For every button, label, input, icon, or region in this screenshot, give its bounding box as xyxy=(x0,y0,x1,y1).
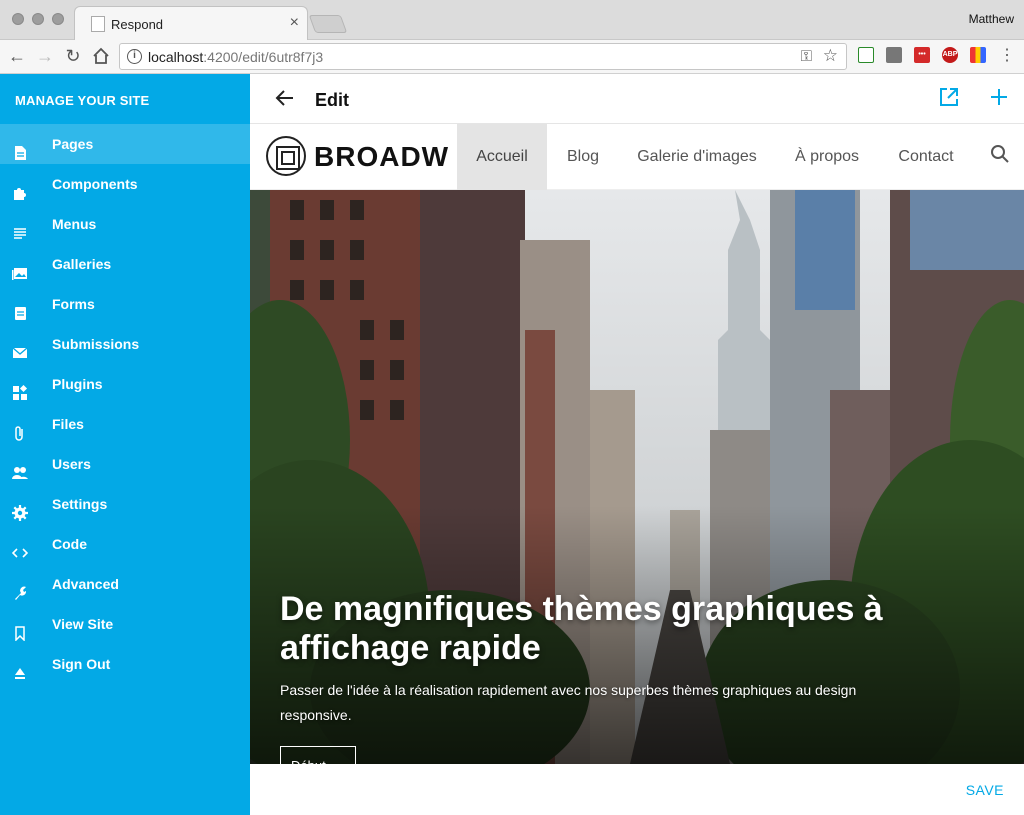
sidebar-item-menus[interactable]: Menus xyxy=(0,204,250,244)
sidebar-item-label: Galleries xyxy=(52,256,112,272)
sidebar-item-code[interactable]: Code xyxy=(0,524,250,564)
sidebar-item-label: Users xyxy=(52,456,91,472)
sidebar-item-label: Pages xyxy=(52,136,94,152)
site-navbar: BROADW Accueil Blog Galerie d'images À p… xyxy=(250,124,1024,190)
site-logo-text: BROADW xyxy=(314,141,450,172)
reload-icon[interactable]: ↻ xyxy=(62,45,84,67)
sidebar-item-label: Files xyxy=(52,416,84,432)
gear-icon xyxy=(12,496,28,521)
sidebar-item-label: Code xyxy=(52,536,87,552)
site-preview: BROADW Accueil Blog Galerie d'images À p… xyxy=(250,124,1024,764)
hero-section: De magnifiques thèmes graphiques à affic… xyxy=(250,190,1024,764)
site-menu-galerie[interactable]: Galerie d'images xyxy=(630,124,764,190)
new-tab-button[interactable] xyxy=(308,15,348,33)
bookmark-icon xyxy=(12,616,28,642)
site-menu-contact[interactable]: Contact xyxy=(890,124,962,190)
home-icon[interactable] xyxy=(90,45,112,67)
sidebar-item-label: Sign Out xyxy=(52,656,111,672)
puzzle-icon xyxy=(12,176,28,200)
sidebar-item-settings[interactable]: Settings xyxy=(0,484,250,524)
site-menu-blog[interactable]: Blog xyxy=(555,124,611,190)
add-icon[interactable] xyxy=(988,86,1010,113)
sidebar-item-components[interactable]: Components xyxy=(0,164,250,204)
site-logo[interactable]: BROADW xyxy=(314,124,457,190)
hero-cta-button[interactable]: Début xyxy=(280,746,356,764)
bookmark-star-icon[interactable]: ☆ xyxy=(823,46,838,66)
maximize-window-button[interactable] xyxy=(52,13,64,25)
browser-toolbar: ← → ↻ i localhost:4200/edit/6utr8f7j3 ⚿ … xyxy=(0,40,1024,74)
sidebar-item-advanced[interactable]: Advanced xyxy=(0,564,250,604)
site-menu-apropos[interactable]: À propos xyxy=(786,124,868,190)
sidebar-item-label: Forms xyxy=(52,296,95,312)
sidebar-item-plugins[interactable]: Plugins xyxy=(0,364,250,404)
page-favicon-icon xyxy=(91,16,105,32)
sidebar-item-galleries[interactable]: Galleries xyxy=(0,244,250,284)
sidebar-item-pages[interactable]: Pages xyxy=(0,124,250,164)
page-title: Edit xyxy=(315,90,349,110)
address-bar[interactable]: i localhost:4200/edit/6utr8f7j3 ⚿ ☆ xyxy=(119,43,847,70)
code-icon xyxy=(11,536,29,558)
widgets-icon xyxy=(12,376,28,400)
tab-close-icon[interactable]: × xyxy=(290,14,299,32)
edit-header: Edit xyxy=(250,74,1024,124)
users-icon xyxy=(12,456,28,479)
tab-title: Respond xyxy=(111,17,164,32)
image-icon xyxy=(12,256,28,280)
site-menu-accueil[interactable]: Accueil xyxy=(457,124,547,190)
site-logo-icon[interactable] xyxy=(266,136,306,176)
page-icon xyxy=(12,136,28,160)
paperclip-icon xyxy=(12,416,28,441)
browser-tab[interactable]: Respond × xyxy=(74,6,308,40)
back-arrow-icon[interactable]: ← xyxy=(6,45,28,67)
sidebar-item-submissions[interactable]: Submissions xyxy=(0,324,250,364)
editor-footer: SAVE xyxy=(250,764,1024,815)
clipboard-icon xyxy=(12,296,28,320)
sidebar-item-sign-out[interactable]: Sign Out xyxy=(0,644,250,684)
forward-arrow-icon[interactable]: → xyxy=(34,45,56,67)
sidebar-item-label: Components xyxy=(52,176,138,192)
eject-icon xyxy=(12,656,28,679)
info-icon[interactable]: i xyxy=(127,49,142,64)
key-icon[interactable]: ⚿ xyxy=(801,48,812,65)
hero-title: De magnifiques thèmes graphiques à affic… xyxy=(280,590,883,667)
url-text: localhost:4200/edit/6utr8f7j3 xyxy=(148,49,324,65)
search-icon[interactable] xyxy=(990,144,1010,169)
sidebar-item-label: Plugins xyxy=(52,376,103,392)
open-external-icon[interactable] xyxy=(938,86,960,113)
sidebar-item-label: Settings xyxy=(52,496,108,512)
sidebar-item-label: Advanced xyxy=(52,576,119,592)
back-arrow-icon[interactable] xyxy=(274,87,296,114)
hero-subtitle: Passer de l'idée à la réalisation rapide… xyxy=(280,682,857,723)
mail-ext-icon[interactable] xyxy=(886,47,902,63)
minimize-window-button[interactable] xyxy=(32,13,44,25)
save-button[interactable]: SAVE xyxy=(966,782,1004,798)
sheets-ext-icon[interactable]: ••• xyxy=(914,47,930,63)
colorful-ext-icon[interactable] xyxy=(970,47,986,63)
sidebar: MANAGE YOUR SITE Pages Components Menus Gal… xyxy=(0,74,250,815)
sidebar-item-label: View Site xyxy=(52,616,114,632)
mail-icon xyxy=(12,336,28,358)
browser-menu-icon[interactable]: ⋮ xyxy=(996,45,1018,67)
sidebar-item-users[interactable]: Users xyxy=(0,444,250,484)
sidebar-item-files[interactable]: Files xyxy=(0,404,250,444)
sidebar-item-view-site[interactable]: View Site xyxy=(0,604,250,644)
sidebar-item-label: Menus xyxy=(52,216,97,232)
sidebar-title: MANAGE YOUR SITE xyxy=(15,93,150,108)
sidebar-item-label: Submissions xyxy=(52,336,140,352)
wrench-icon xyxy=(12,576,28,600)
menu-lines-icon xyxy=(12,216,28,239)
sidebar-item-forms[interactable]: Forms xyxy=(0,284,250,324)
adblock-icon[interactable]: ABP xyxy=(942,47,958,63)
close-window-button[interactable] xyxy=(12,13,24,25)
browser-titlebar: Respond × Matthew xyxy=(0,0,1024,40)
profile-name[interactable]: Matthew xyxy=(969,12,1014,26)
screenshot-ext-icon[interactable] xyxy=(858,47,874,63)
